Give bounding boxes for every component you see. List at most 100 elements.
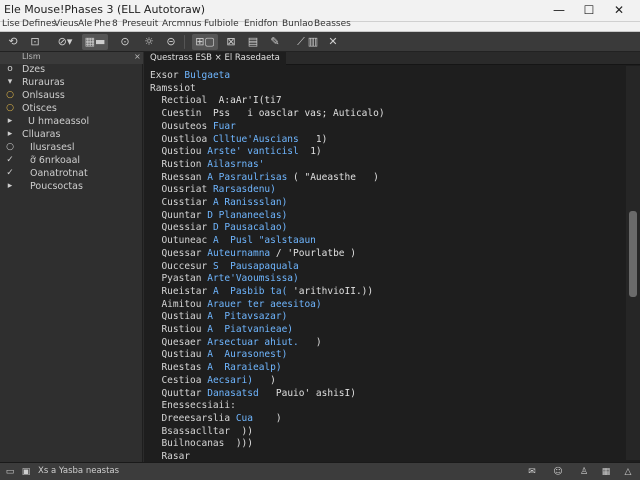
toolbar-separator xyxy=(184,35,185,49)
menu-item[interactable]: Ale xyxy=(78,19,92,29)
code-value: D Pausacalao) xyxy=(212,222,288,234)
sidebar-item-label: Dzes xyxy=(22,64,46,75)
code-suffix: Pauio' ashisI) xyxy=(275,387,356,399)
file-icon: o xyxy=(7,64,13,74)
filter-icon[interactable]: ⊞▢ xyxy=(192,34,218,50)
user-icon[interactable]: ♙ xyxy=(578,466,590,478)
layout-icon[interactable]: ▦▬ xyxy=(82,34,108,50)
sidebar-item[interactable]: ✓ ỡ 6nrkoaal xyxy=(0,155,143,168)
table-icon[interactable]: ▥ xyxy=(304,34,322,50)
code-line: Ramssiot xyxy=(150,83,207,96)
code-keyword: Quessar xyxy=(150,247,202,259)
menu-item[interactable]: Arcmnus xyxy=(162,19,201,29)
menu-bar: Lise Defines Vieus Ale Phe 8 Preseuit Ar… xyxy=(0,19,640,32)
code-area[interactable]: Exsor Bulgaeta Ramssiot Rectioal A:aAr'I… xyxy=(144,66,628,462)
sidebar-header: Llsm × xyxy=(0,52,143,64)
code-line: Quessiar D Pausacalao) xyxy=(150,222,293,235)
code-keyword: Cusstiar xyxy=(150,197,208,208)
tab-active[interactable]: Questrass ESB × El Rasedaeta xyxy=(144,52,286,65)
code-value: Bulgaeta xyxy=(184,70,231,81)
open-icon[interactable]: ⊡ xyxy=(26,34,44,50)
code-line: Quuntar D Plananeelas) xyxy=(150,210,293,223)
vertical-scrollbar[interactable] xyxy=(626,66,640,460)
scrollbar-thumb[interactable] xyxy=(629,211,637,297)
code-keyword: Bsassaclltar xyxy=(150,425,231,437)
code-keyword: Cestioa xyxy=(150,374,202,386)
sidebar-item[interactable]: ○ Onlsauss xyxy=(0,90,143,103)
menu-item[interactable]: Beasses xyxy=(314,19,351,29)
menu-item[interactable]: Preseuit xyxy=(122,19,158,29)
menu-item[interactable]: Defines xyxy=(22,19,56,29)
code-keyword: Builnocanas xyxy=(150,438,225,450)
code-line: Quesaer Arsectuar ahiut. ) xyxy=(150,336,322,350)
edit-icon[interactable]: ⊠ xyxy=(222,34,240,50)
status-grid-icon[interactable]: ▦ xyxy=(600,466,612,478)
sidebar-close-icon[interactable]: × xyxy=(134,52,141,61)
menu-item[interactable]: Fulbiole xyxy=(204,19,239,29)
code-line: Pyastan Arte'Vaoumsissa) xyxy=(150,273,304,286)
sidebar-item[interactable]: o Dzes xyxy=(0,64,143,77)
sidebar-item-label: Poucsoctas xyxy=(30,181,83,192)
code-value: Arste' vanticisl xyxy=(207,146,299,158)
menu-item[interactable]: Bunlao xyxy=(282,19,313,29)
code-keyword: Oussriat xyxy=(150,184,208,196)
menu-item[interactable]: Enidfon xyxy=(244,19,278,29)
square-icon[interactable]: ▣ xyxy=(20,466,32,478)
pen-icon[interactable]: ✎ xyxy=(266,34,284,50)
code-keyword: Aimitou xyxy=(150,298,202,310)
code-keyword: Rustion xyxy=(150,158,202,170)
sync-icon[interactable]: ⊙ xyxy=(116,34,134,50)
menu-item[interactable]: 8 xyxy=(112,19,118,29)
minimize-button[interactable]: — xyxy=(544,0,574,22)
close-icon[interactable]: ✕ xyxy=(324,34,342,50)
menu-item[interactable]: Lise xyxy=(2,19,20,29)
application-window: Ele Mouse!Phases 3 (ELL Autotoraw) — ☐ ✕… xyxy=(0,0,640,480)
find-icon[interactable]: ⊘▾ xyxy=(52,34,78,50)
view-icon[interactable]: ⊝ xyxy=(162,34,180,50)
save-icon[interactable]: ⟲ xyxy=(4,34,22,50)
maximize-button[interactable]: ☐ xyxy=(574,0,604,22)
menu-item[interactable]: Phe xyxy=(94,19,111,29)
code-value: Clltue'Auscians xyxy=(212,133,299,145)
sidebar-item[interactable]: ▸ Poucsoctas xyxy=(0,181,143,194)
sidebar-item[interactable]: ✓ Oanatrotnat xyxy=(0,168,143,181)
sidebar-item[interactable]: ▸ U hmaeassol xyxy=(0,116,143,129)
code-keyword: Qustiau xyxy=(150,349,202,361)
code-keyword: Cuestin xyxy=(150,108,202,120)
code-suffix: 1) xyxy=(304,133,328,145)
sidebar-item-label: Oanatrotnat xyxy=(30,168,88,179)
code-value: Auteurnamna xyxy=(207,247,271,259)
chat-icon[interactable]: ☺ xyxy=(552,466,564,478)
code-value: Fuar xyxy=(212,120,236,132)
menu-item[interactable]: Vieus xyxy=(54,19,78,29)
sidebar-item-label: Otisces xyxy=(22,103,57,114)
code-line: Ouccesur S Pausapaquala xyxy=(150,261,304,274)
code-line: Qustiou Arste' vanticisl 1) xyxy=(150,146,322,159)
settings-icon[interactable]: ☼ xyxy=(140,34,158,50)
chevron-down-icon: ▾ xyxy=(7,77,13,87)
chevron-right-icon: ▸ xyxy=(7,116,13,126)
circle-icon: ○ xyxy=(6,90,14,100)
sidebar-item[interactable]: ▸ Clluaras xyxy=(0,129,143,142)
note-icon[interactable]: ✉ xyxy=(526,466,538,478)
code-value: A Raraiealp) xyxy=(207,362,282,374)
code-suffix: / 'Pourlatbe ) xyxy=(275,247,356,259)
warning-icon[interactable]: △ xyxy=(622,466,634,478)
code-line: Qustiau A Aurasonest) xyxy=(150,349,293,362)
code-suffix: ) xyxy=(304,336,322,348)
close-button[interactable]: ✕ xyxy=(604,0,634,22)
window-title: Ele Mouse!Phases 3 (ELL Autotoraw) xyxy=(4,3,206,16)
sidebar-item[interactable]: ○ Otisces xyxy=(0,103,143,116)
code-suffix: 1) xyxy=(304,146,322,158)
code-value: Danasatsd xyxy=(207,387,271,399)
code-line: Exsor Bulgaeta xyxy=(150,70,236,83)
code-suffix: Pss i oasclar vas; Auticalo) xyxy=(212,108,385,120)
tab-strip: Questrass ESB × El Rasedaeta xyxy=(144,52,640,65)
code-line: Dreeesarslia Cua ) xyxy=(150,413,281,426)
code-value: Rarsasdenu) xyxy=(212,184,276,196)
grid-icon[interactable]: ▤ xyxy=(244,34,262,50)
sidebar-item[interactable]: ▾ Rurauras xyxy=(0,77,143,90)
code-value: A Pasbib ta( xyxy=(212,285,288,297)
sidebar-item[interactable]: ○ Ilusrasesl xyxy=(0,142,143,155)
window-icon[interactable]: ▭ xyxy=(4,466,16,478)
